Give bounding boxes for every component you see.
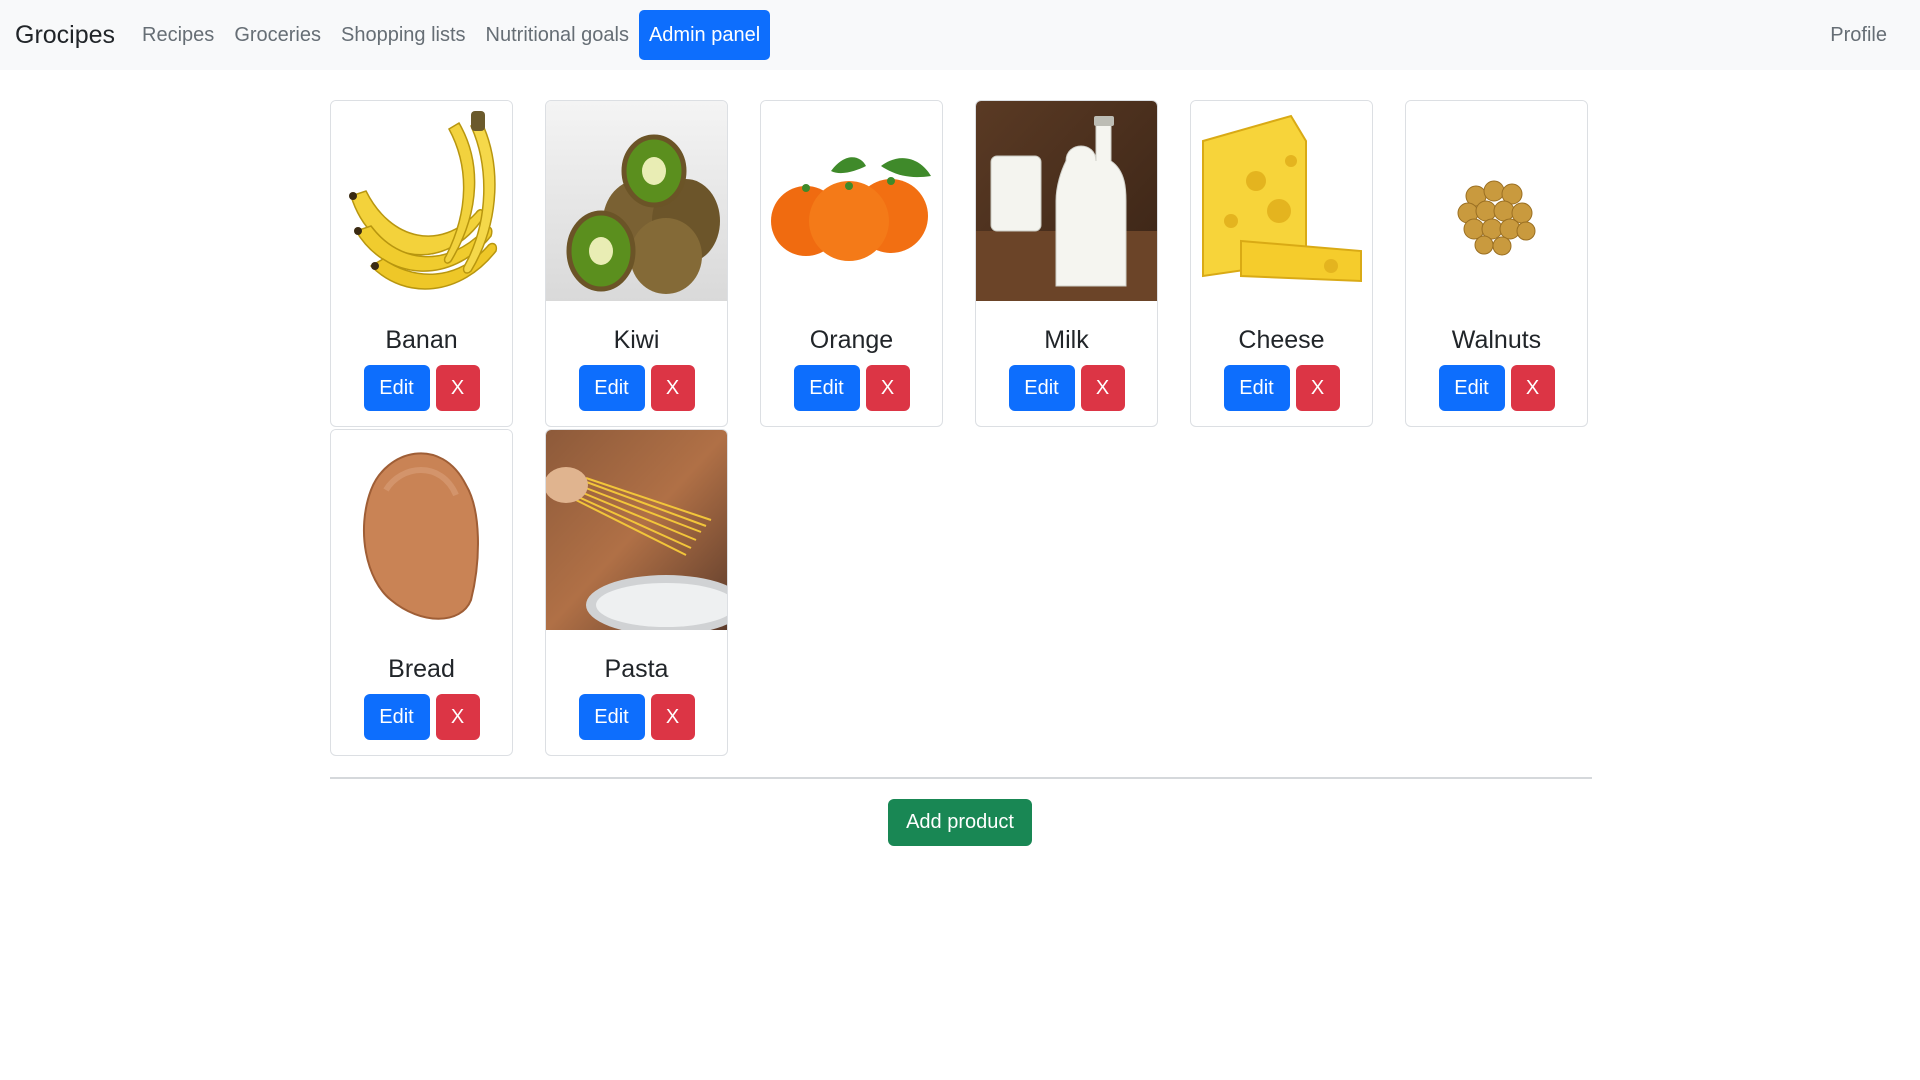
card-actions: Edit X <box>331 365 512 411</box>
nav-admin-panel[interactable]: Admin panel <box>638 10 771 60</box>
edit-button[interactable]: Edit <box>363 694 430 740</box>
card-actions: Edit X <box>1191 365 1372 411</box>
product-name: Walnuts <box>1451 326 1542 354</box>
product-name: Milk <box>1044 326 1089 354</box>
card-actions: Edit X <box>546 365 727 411</box>
delete-button[interactable]: X <box>650 365 695 411</box>
delete-button[interactable]: X <box>1295 365 1340 411</box>
walnuts-image <box>1406 101 1587 301</box>
card-actions: Edit X <box>546 694 727 740</box>
brand-title[interactable]: Grocipes <box>15 21 115 50</box>
add-product-button[interactable]: Add product <box>888 799 1032 846</box>
delete-button[interactable]: X <box>1080 365 1125 411</box>
delete-button[interactable]: X <box>650 694 695 740</box>
nav-groceries[interactable]: Groceries <box>224 10 331 60</box>
delete-button[interactable]: X <box>865 365 910 411</box>
nav-nutritional-goals[interactable]: Nutritional goals <box>476 10 639 60</box>
edit-button[interactable]: Edit <box>363 365 430 411</box>
card-actions: Edit X <box>976 365 1157 411</box>
card-actions: Edit X <box>331 694 512 740</box>
milk-image <box>976 101 1157 301</box>
product-card-bread: Bread Edit X <box>330 429 513 756</box>
card-actions: Edit X <box>761 365 942 411</box>
product-card-walnuts: Walnuts Edit X <box>1405 100 1588 427</box>
product-card-cheese: Cheese Edit X <box>1190 100 1373 427</box>
edit-button[interactable]: Edit <box>1008 365 1075 411</box>
nav-shopping-lists[interactable]: Shopping lists <box>331 10 476 60</box>
product-card-banan: Banan Edit X <box>330 100 513 427</box>
edit-button[interactable]: Edit <box>1223 365 1290 411</box>
pasta-image <box>546 430 727 630</box>
nav-profile[interactable]: Profile <box>1820 10 1897 60</box>
divider <box>330 777 1592 779</box>
product-name: Bread <box>388 655 455 683</box>
product-name: Banan <box>385 326 458 354</box>
product-card-orange: Orange Edit X <box>760 100 943 427</box>
edit-button[interactable]: Edit <box>578 365 645 411</box>
nav-recipes[interactable]: Recipes <box>132 10 224 60</box>
card-actions: Edit X <box>1406 365 1587 411</box>
edit-button[interactable]: Edit <box>793 365 860 411</box>
edit-button[interactable]: Edit <box>578 694 645 740</box>
product-name: Orange <box>809 326 894 354</box>
delete-button[interactable]: X <box>435 694 480 740</box>
orange-image <box>761 101 942 301</box>
bread-image <box>331 430 512 630</box>
product-card-kiwi: Kiwi Edit X <box>545 100 728 427</box>
delete-button[interactable]: X <box>435 365 480 411</box>
cheese-image <box>1191 101 1372 301</box>
product-card-pasta: Pasta Edit X <box>545 429 728 756</box>
edit-button[interactable]: Edit <box>1438 365 1505 411</box>
product-name: Pasta <box>604 655 669 683</box>
navbar: Grocipes Recipes Groceries Shopping list… <box>0 0 1920 70</box>
delete-button[interactable]: X <box>1510 365 1555 411</box>
product-name: Cheese <box>1238 326 1325 354</box>
product-name: Kiwi <box>613 326 660 354</box>
kiwi-image <box>546 101 727 301</box>
banana-image <box>331 101 512 301</box>
product-card-milk: Milk Edit X <box>975 100 1158 427</box>
